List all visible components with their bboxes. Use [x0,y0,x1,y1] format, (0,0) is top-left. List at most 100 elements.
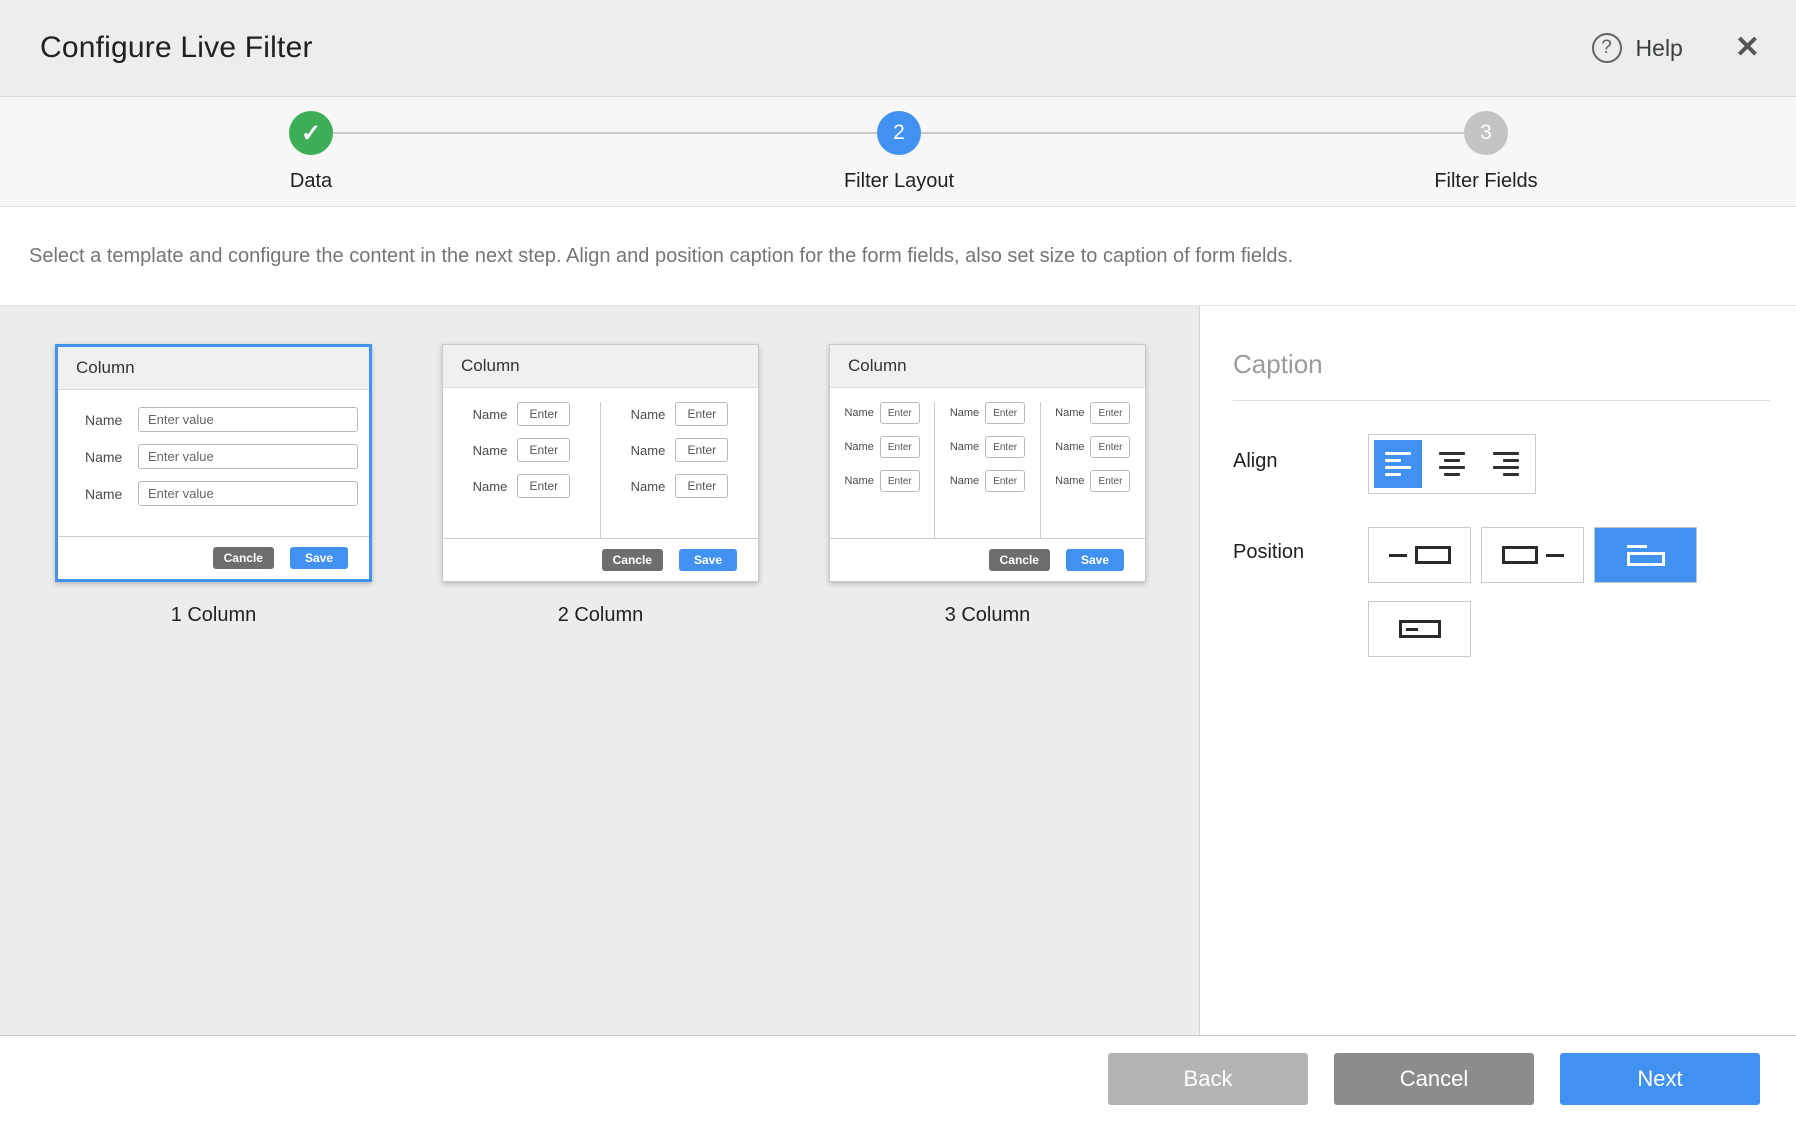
next-button[interactable]: Next [1560,1053,1760,1105]
page-title: Configure Live Filter [40,31,313,65]
preview-input: Enter [985,470,1025,492]
step-label: Filter Fields [1386,170,1586,193]
position-caption-top-button[interactable] [1594,527,1697,583]
help-label: Help [1636,35,1683,62]
template-card-label: 3 Column [829,604,1146,627]
align-center-icon [1439,452,1465,476]
step-number-badge: 3 [1464,111,1508,155]
preview-field-label: Name [85,412,138,428]
step-filter-layout[interactable]: 2 Filter Layout [799,111,999,193]
align-right-button[interactable] [1482,440,1530,488]
template-card-3-column[interactable]: Column Name Enter Name Enter Name Enter Nam… [829,344,1146,582]
preview-column: Name Enter Name Enter Name Enter [934,402,1039,540]
preview-save-button: Save [290,547,348,569]
cancel-button[interactable]: Cancel [1334,1053,1534,1105]
preview-field-label: Name [631,407,666,422]
check-icon: ✓ [289,111,333,155]
position-caption-right-button[interactable] [1481,527,1584,583]
preview-field-label: Name [631,479,666,494]
preview-input: Enter [675,402,728,426]
preview-input: Enter [1090,436,1130,458]
close-icon[interactable]: ✕ [1735,33,1760,63]
template-list-area: Column Name Enter value Name Enter value… [0,306,1200,1035]
preview-input: Enter [880,402,920,424]
help-button[interactable]: ? Help [1592,33,1683,63]
preview-save-button: Save [679,549,737,571]
preview-footer: Cancle Save [443,538,758,581]
position-caption-inside-button[interactable] [1368,601,1471,657]
preview-save-button: Save [1066,549,1124,571]
preview-field-label: Name [950,441,979,453]
dialog-header: Configure Live Filter ? Help ✕ [0,0,1796,97]
align-center-button[interactable] [1428,440,1476,488]
preview-panel-title: Column [830,345,1145,388]
preview-column: NameEnter NameEnter NameEnter [443,402,600,540]
template-card-label: 1 Column [55,604,372,627]
position-label: Position [1233,527,1368,675]
step-label: Data [211,170,411,193]
preview-input: Enter [517,438,570,462]
caption-inside-icon [1399,620,1441,638]
instructions-text: Select a template and configure the cont… [0,207,1796,305]
preview-panel-title: Column [443,345,758,388]
caption-top-icon [1627,545,1665,566]
caption-panel-title: Caption [1233,349,1770,380]
align-label: Align [1233,434,1368,494]
preview-input: Enter [985,436,1025,458]
preview-field-row: Name Enter value [85,481,369,506]
panel-divider [1233,400,1770,401]
position-caption-left-button[interactable] [1368,527,1471,583]
preview-field-label: Name [473,479,508,494]
template-card-label: 2 Column [442,604,759,627]
field-rect-icon [1415,546,1451,564]
align-right-icon [1493,452,1519,476]
preview-panel-title: Column [58,347,369,390]
preview-column: NameEnter NameEnter NameEnter [1040,402,1145,540]
caption-right-icon [1546,554,1564,557]
wizard-stepper: ✓ Data 2 Filter Layout 3 Filter Fields [0,97,1796,207]
step-filter-fields[interactable]: 3 Filter Fields [1386,111,1586,193]
step-label: Filter Layout [799,170,999,193]
preview-field-label: Name [1055,407,1084,419]
align-left-icon [1385,452,1411,476]
preview-field-row: Name Enter value [85,407,369,432]
preview-column: Name Enter Name Enter Name Enter [600,402,758,540]
question-mark-icon: ? [1592,33,1622,63]
preview-input: Enter [880,436,920,458]
back-button[interactable]: Back [1108,1053,1308,1105]
step-data[interactable]: ✓ Data [211,111,411,193]
align-left-button[interactable] [1374,440,1422,488]
preview-field-label: Name [844,407,873,419]
preview-field-label: Name [631,443,666,458]
preview-input: Enter [675,474,728,498]
preview-field-label: Name [950,407,979,419]
preview-input: Enter [1090,470,1130,492]
preview-field-label: Name [85,486,138,502]
preview-cancel-button: Cancle [602,549,663,571]
preview-cancel-button: Cancle [213,547,274,569]
preview-field-label: Name [85,449,138,465]
preview-field-label: Name [1055,441,1084,453]
preview-input: Enter [1090,402,1130,424]
preview-footer: Cancle Save [830,538,1145,581]
preview-field-label: Name [473,407,508,422]
step-number-badge: 2 [877,111,921,155]
preview-column: NameEnter NameEnter NameEnter [830,402,934,540]
preview-input: Enter [675,438,728,462]
preview-field-label: Name [844,441,873,453]
preview-field-label: Name [950,475,979,487]
preview-input: Enter [985,402,1025,424]
preview-input: Enter [517,474,570,498]
preview-footer: Cancle Save [58,536,369,579]
template-card-2-column[interactable]: Column Name Enter Name Enter Name Enter Nam… [442,344,759,582]
preview-field-label: Name [844,475,873,487]
caption-left-icon [1389,554,1407,557]
template-card-1-column[interactable]: Column Name Enter value Name Enter value… [55,344,372,582]
position-button-group [1368,527,1720,675]
preview-input: Enter value [138,407,358,432]
field-rect-icon [1502,546,1538,564]
caption-settings-panel: Caption Align Position [1200,306,1796,1035]
preview-field-row: Name Enter value [85,444,369,469]
preview-input: Enter value [138,444,358,469]
align-button-group [1368,434,1536,494]
